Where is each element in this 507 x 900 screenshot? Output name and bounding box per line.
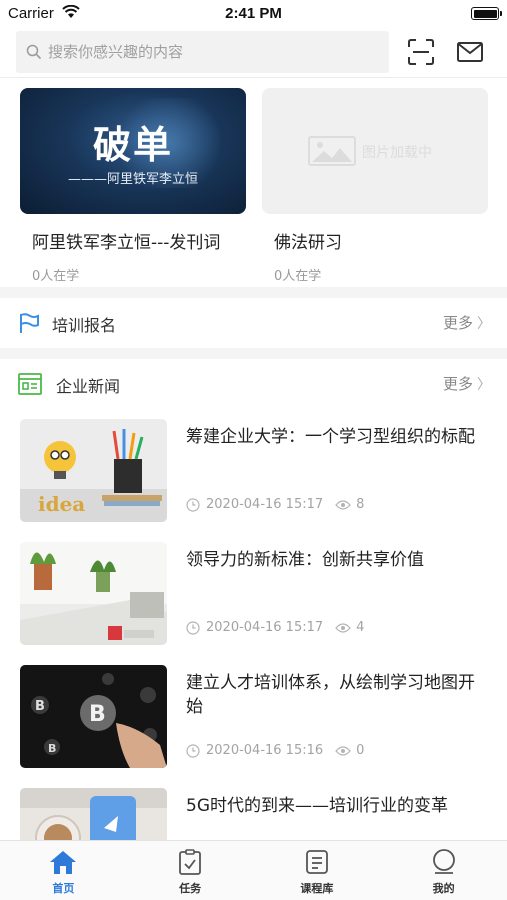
news-meta: 2020-04-16 15:17 4 bbox=[186, 620, 364, 635]
section-divider bbox=[0, 287, 507, 298]
status-time: 2:41 PM bbox=[225, 5, 282, 22]
news-item[interactable]: B B B 建立人才培训体系，从绘制学习地图开始 2020-04-16 15:1… bbox=[0, 665, 507, 788]
news-views: 4 bbox=[356, 620, 365, 635]
tab-label: 首页 bbox=[52, 882, 75, 895]
news-icon bbox=[18, 373, 42, 395]
search-icon bbox=[26, 44, 42, 60]
news-image-office bbox=[20, 542, 167, 645]
svg-text:idea: idea bbox=[38, 492, 85, 516]
clock-icon bbox=[186, 620, 200, 635]
news-item[interactable]: 领导力的新标准：创新共享价值 2020-04-16 15:17 4 bbox=[0, 542, 507, 665]
news-item[interactable]: idea 筹建企业大学：一个学习型组织的标配 2020-04-16 15:17 … bbox=[0, 419, 507, 542]
news-title: 筹建企业大学：一个学习型组织的标配 bbox=[186, 427, 475, 447]
task-icon bbox=[179, 849, 202, 875]
course-thumbnail: 破单 ———阿里铁军李立恒 bbox=[20, 88, 246, 214]
clock-icon bbox=[186, 743, 200, 758]
svg-text:B: B bbox=[89, 702, 106, 727]
course-learners: 0人在学 bbox=[32, 269, 80, 284]
tab-home[interactable]: 首页 bbox=[0, 841, 127, 900]
section-title: 培训报名 bbox=[52, 316, 117, 335]
tab-label: 任务 bbox=[179, 882, 202, 895]
course-title: 佛法研习 bbox=[274, 233, 342, 253]
tab-task[interactable]: 任务 bbox=[127, 841, 254, 900]
news-title: 领导力的新标准：创新共享价值 bbox=[186, 550, 424, 570]
search-input[interactable] bbox=[48, 43, 368, 61]
image-loading-text: 图片加载中 bbox=[362, 145, 432, 161]
eye-icon bbox=[335, 499, 351, 510]
course-carousel: 破单 ———阿里铁军李立恒 阿里铁军李立恒---发刊词 0人在学 图片加载中 佛… bbox=[0, 79, 507, 287]
course-learners: 0人在学 bbox=[274, 269, 322, 284]
more-label: 更多 bbox=[442, 375, 473, 393]
mail-icon[interactable] bbox=[456, 40, 484, 64]
course-thumbnail-placeholder: 图片加载中 bbox=[262, 88, 488, 214]
scan-icon[interactable] bbox=[407, 38, 435, 66]
tab-label: 课程库 bbox=[300, 882, 334, 895]
news-image-phone bbox=[20, 788, 167, 840]
eye-icon bbox=[335, 622, 351, 633]
chevron-right-icon: 〉 bbox=[477, 377, 491, 393]
eye-icon bbox=[335, 745, 351, 756]
tab-bar: 首页 任务 课程库 我的 bbox=[0, 840, 507, 900]
news-meta: 2020-04-16 15:16 0 bbox=[186, 743, 364, 758]
more-label: 更多 bbox=[442, 314, 473, 332]
news-date: 2020-04-16 15:16 bbox=[206, 743, 324, 758]
home-icon bbox=[50, 851, 77, 874]
news-title: 建立人才培训体系，从绘制学习地图开始 bbox=[186, 673, 475, 717]
status-bar: Carrier 2:41 PM bbox=[0, 0, 507, 28]
profile-icon bbox=[432, 849, 455, 874]
chevron-right-icon: 〉 bbox=[477, 316, 491, 332]
battery-icon bbox=[471, 7, 502, 20]
more-link[interactable]: 更多〉 bbox=[443, 373, 491, 394]
course-title: 阿里铁军李立恒---发刊词 bbox=[32, 233, 221, 253]
news-views: 0 bbox=[356, 743, 365, 758]
news-title: 5G时代的到来——培训行业的变革 bbox=[186, 796, 448, 816]
course-card[interactable]: 破单 ———阿里铁军李立恒 阿里铁军李立恒---发刊词 0人在学 bbox=[20, 88, 246, 284]
news-date: 2020-04-16 15:17 bbox=[206, 620, 324, 635]
course-card[interactable]: 图片加载中 佛法研习 0人在学 bbox=[262, 88, 488, 284]
thumbnail-caption: ———阿里铁军李立恒 bbox=[67, 172, 198, 187]
search-bar[interactable] bbox=[16, 31, 389, 73]
news-image-idea: idea bbox=[20, 419, 167, 522]
news-meta: 2020-04-16 15:17 8 bbox=[186, 497, 364, 512]
news-views: 8 bbox=[356, 497, 365, 512]
clock-icon bbox=[186, 497, 200, 512]
news-item[interactable]: 5G时代的到来——培训行业的变革 bbox=[0, 788, 507, 840]
flag-icon bbox=[20, 313, 39, 333]
search-header bbox=[0, 28, 507, 78]
tab-profile[interactable]: 我的 bbox=[380, 841, 507, 900]
svg-text:B: B bbox=[48, 742, 56, 755]
tab-course-library[interactable]: 课程库 bbox=[254, 841, 381, 900]
news-section-header[interactable]: 企业新闻 更多〉 bbox=[0, 359, 507, 409]
more-link[interactable]: 更多〉 bbox=[443, 312, 491, 333]
section-title: 企业新闻 bbox=[56, 377, 121, 396]
thumbnail-headline: 破单 bbox=[92, 123, 173, 167]
svg-text:B: B bbox=[35, 699, 45, 714]
tab-label: 我的 bbox=[432, 882, 455, 895]
section-divider bbox=[0, 348, 507, 359]
image-placeholder-icon bbox=[308, 136, 356, 166]
course-library-icon bbox=[305, 850, 328, 874]
news-date: 2020-04-16 15:17 bbox=[206, 497, 324, 512]
training-section-header[interactable]: 培训报名 更多〉 bbox=[0, 298, 507, 348]
news-image-bitcoin: B B B bbox=[20, 665, 167, 768]
